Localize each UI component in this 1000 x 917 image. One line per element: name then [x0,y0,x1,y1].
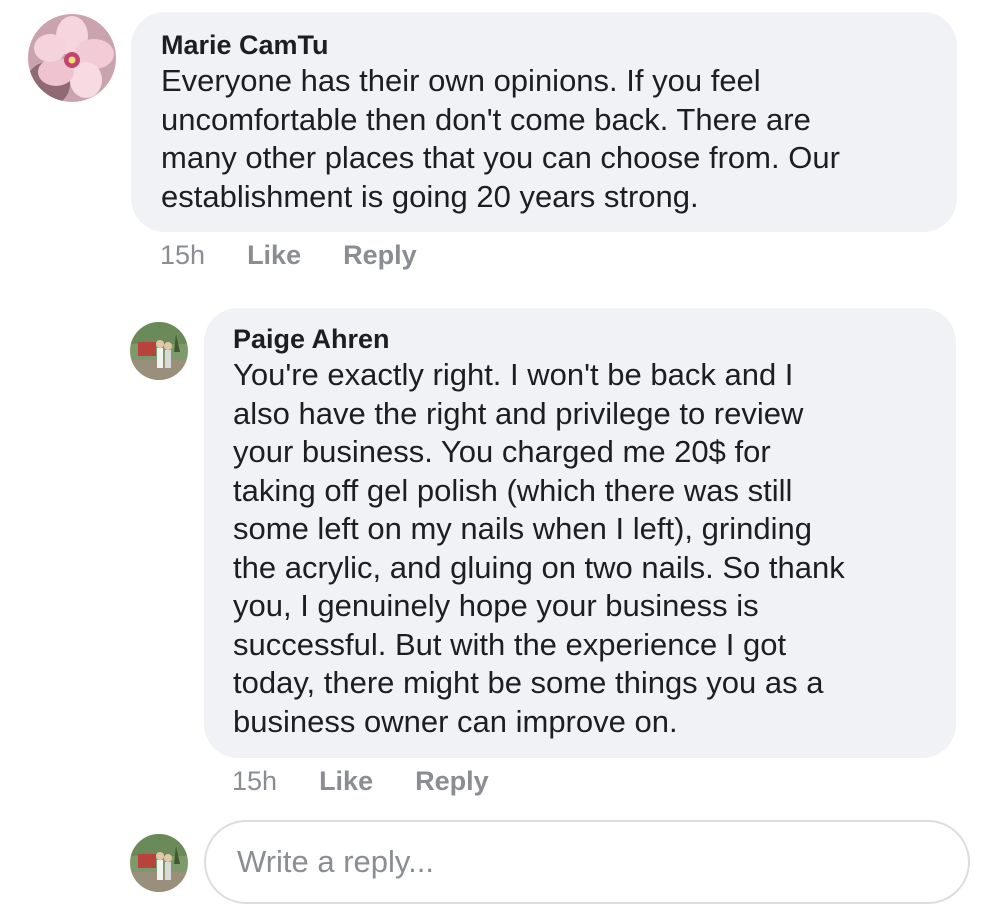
comment-timestamp[interactable]: 15h [160,240,205,271]
reply-composer [204,820,970,904]
reply-button[interactable]: Reply [415,766,489,797]
comment-bubble: Paige Ahren You're exactly right. I won'… [204,308,956,758]
comment-author[interactable]: Marie CamTu [161,28,957,62]
person-photo-icon [130,322,188,380]
comment-actions: 15h Like Reply [232,766,489,797]
avatar-paige-ahren[interactable] [130,322,188,380]
reply-input[interactable] [235,843,968,881]
current-user-avatar [130,834,188,892]
comment-author[interactable]: Paige Ahren [233,322,956,356]
comment-actions: 15h Like Reply [160,240,417,271]
person-photo-icon [130,834,188,892]
comment-timestamp[interactable]: 15h [232,766,277,797]
reply-button[interactable]: Reply [343,240,417,271]
comment-text: Everyone has their own opinions. If you … [161,63,840,214]
flower-photo-icon [28,14,116,102]
avatar-marie-camtu[interactable] [28,14,116,102]
like-button[interactable]: Like [247,240,301,271]
comment-bubble: Marie CamTu Everyone has their own opini… [131,12,957,232]
like-button[interactable]: Like [319,766,373,797]
comment-text: You're exactly right. I won't be back an… [233,357,845,739]
